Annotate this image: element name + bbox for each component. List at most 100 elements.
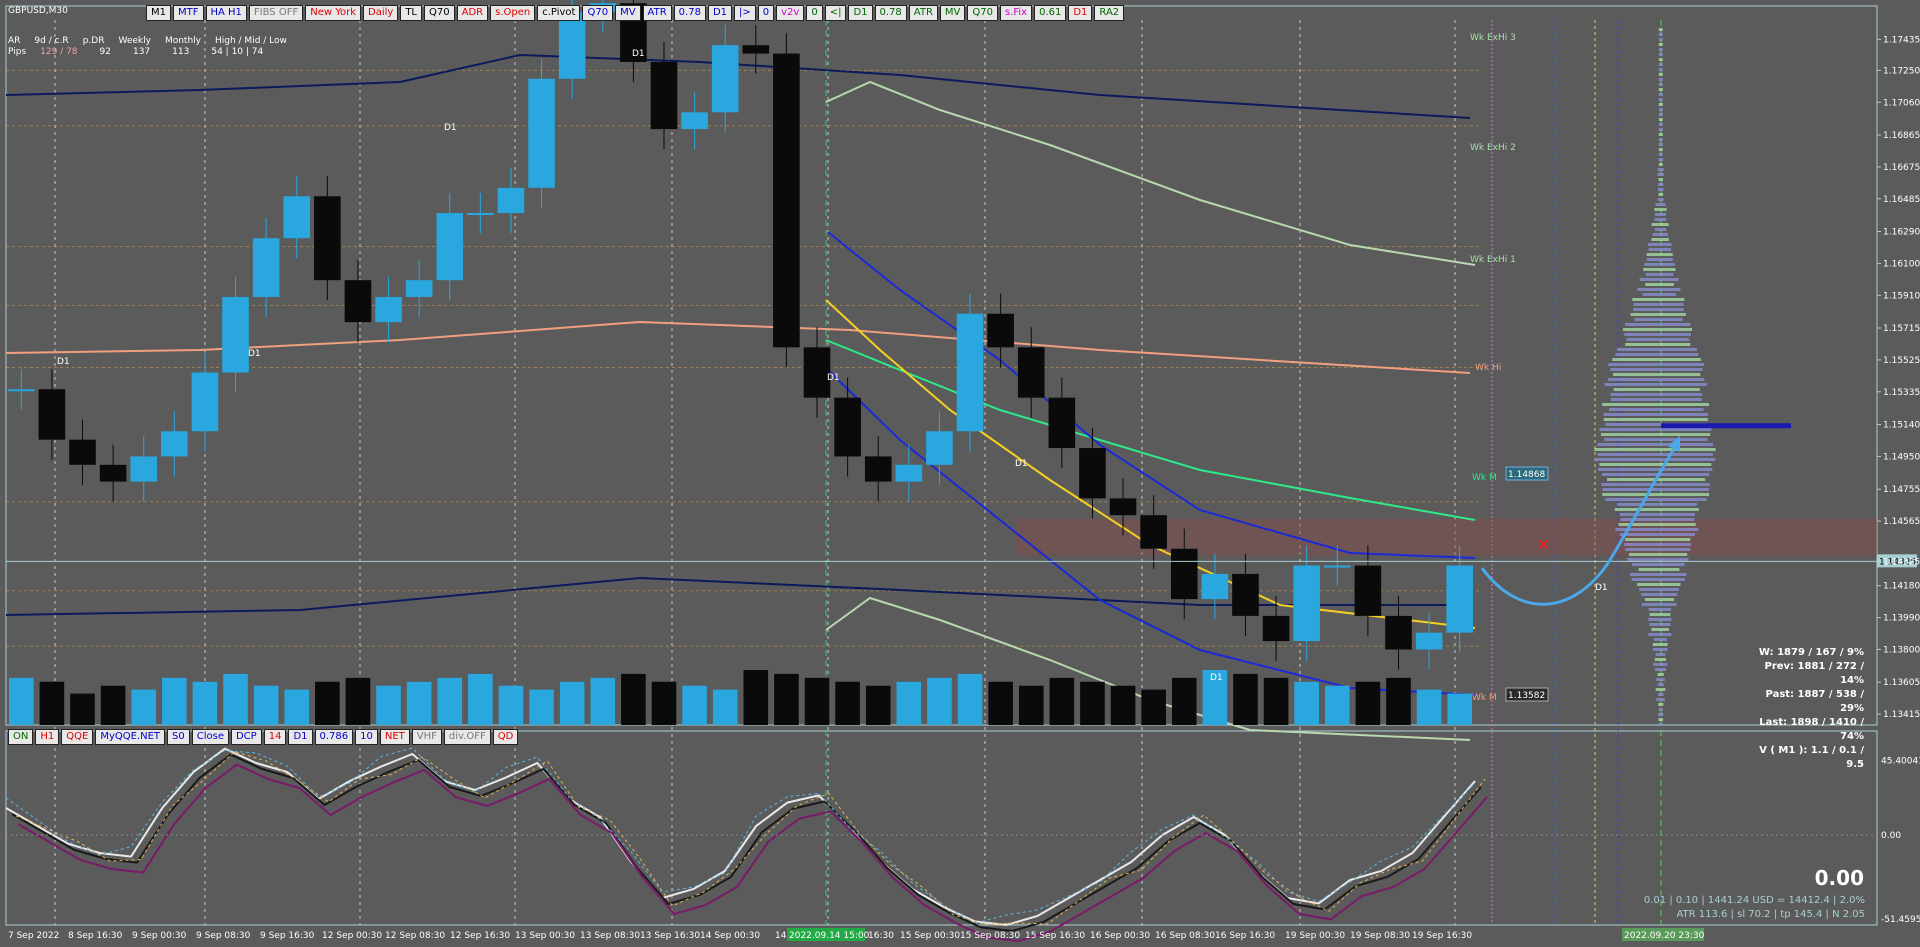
volume-bar [682, 686, 707, 725]
toolbar-bottom-button-14[interactable]: QD [493, 729, 519, 745]
toolbar-top-button-18[interactable]: v2v [776, 5, 804, 21]
toolbar-top-button-4[interactable]: New York [305, 5, 361, 21]
toolbar-top-button-22[interactable]: 0.78 [875, 5, 907, 21]
toolbar-top-button-1[interactable]: MTF [173, 5, 204, 21]
toolbar-top-button-21[interactable]: D1 [848, 5, 872, 21]
toolbar-top-button-26[interactable]: s.Fix [1000, 5, 1032, 21]
time-axis-label: 14 [775, 931, 787, 941]
toolbar-bottom-button-9[interactable]: 0.786 [315, 729, 354, 745]
toolbar-top-button-9[interactable]: s.Open [490, 5, 535, 21]
price-candle [1385, 616, 1412, 650]
volume-profile-bar [1658, 173, 1664, 176]
toolbar-top-button-13[interactable]: ATR [643, 5, 672, 21]
toolbar-bottom-button-0[interactable]: ON [8, 729, 33, 745]
volume-profile-bar [1645, 598, 1674, 601]
volume-profile-bar [1605, 498, 1706, 501]
toolbar-top-button-19[interactable]: 0 [806, 5, 822, 21]
toolbar-top-button-10[interactable]: c.Pivot [537, 5, 580, 21]
toolbar-bottom-button-3[interactable]: MyQQE.NET [95, 729, 165, 745]
toolbar-top-button-24[interactable]: MV [940, 5, 965, 21]
volume-profile-bar [1627, 338, 1690, 341]
volume-profile-bar [1624, 333, 1691, 336]
volume-profile-bar [1659, 88, 1663, 91]
volume-profile-bar [1631, 313, 1686, 316]
price-candle [467, 213, 494, 215]
volume-profile-bar [1594, 448, 1715, 451]
volume-bar [131, 690, 156, 725]
price-chart[interactable]: 1.14325 1.17435 1.17250 1.17060 1.16865 1.166… [0, 0, 1920, 944]
label-wk-hi: Wk Hi [1475, 363, 1501, 373]
price-candle [1355, 566, 1382, 616]
toolbar-top-button-14[interactable]: 0.78 [674, 5, 706, 21]
price-candle [1416, 633, 1443, 650]
toolbar-top-button-25[interactable]: Q70 [967, 5, 998, 21]
volume-bar [437, 678, 462, 725]
toolbar-top-button-17[interactable]: 0 [758, 5, 774, 21]
toolbar-top-button-7[interactable]: Q70 [424, 5, 455, 21]
toolbar-top-button-20[interactable]: <| [825, 5, 847, 21]
volume-profile-bar [1652, 223, 1669, 226]
volume-bar [1417, 690, 1442, 725]
toolbar-top-button-11[interactable]: Q70 [582, 5, 613, 21]
volume-bar [284, 690, 309, 725]
volume-profile-bar [1659, 78, 1663, 81]
label-wk-mid-value: 1.14868 [1508, 470, 1545, 480]
toolbar-bottom-button-10[interactable]: 10 [355, 729, 378, 745]
volume-bar [101, 686, 126, 725]
volume-profile-bar [1658, 693, 1664, 696]
toolbar-top-button-29[interactable]: RA2 [1094, 5, 1124, 21]
toolbar-top-button-5[interactable]: Daily [363, 5, 398, 21]
volume-profile-bar [1659, 83, 1663, 86]
toolbar-bottom-button-5[interactable]: Close [192, 729, 229, 745]
toolbar-bottom-button-7[interactable]: 14 [264, 729, 287, 745]
toolbar-top-button-8[interactable]: ADR [457, 5, 489, 21]
toolbar-top-button-15[interactable]: D1 [708, 5, 732, 21]
price-candle [222, 297, 249, 373]
toolbar-top-button-0[interactable]: M1 [146, 5, 171, 21]
volume-profile-bar [1632, 563, 1684, 566]
toolbar-top-button-27[interactable]: 0.61 [1034, 5, 1066, 21]
volume-profile-bar [1656, 678, 1665, 681]
price-axis-label: 1.16290 [1883, 228, 1920, 238]
oscillator-line-fast [6, 748, 1475, 923]
toolbar-top-button-6[interactable]: TL [400, 5, 422, 21]
chart-window[interactable]: 1.14325 1.17435 1.17250 1.17060 1.16865 1.166… [0, 0, 1920, 944]
stat-line-w: W: 1879 / 167 / 9% [1740, 646, 1864, 660]
toolbar-bottom-button-11[interactable]: NET [380, 729, 410, 745]
toolbar-bottom-button-1[interactable]: H1 [35, 729, 59, 745]
label-d1: D1 [1015, 459, 1028, 469]
toolbar-top-button-3[interactable]: FIBS OFF [249, 5, 303, 21]
volume-profile-bar [1659, 73, 1663, 76]
volume-profile-bar [1649, 608, 1672, 611]
volume-profile-bar [1602, 488, 1708, 491]
time-axis-label: 14 Sep 00:30 [700, 931, 760, 941]
volume-bar [1356, 682, 1381, 725]
toolbar-top-button-23[interactable]: ATR [909, 5, 938, 21]
label-wk-exhi3: Wk ExHi 3 [1470, 33, 1516, 43]
volume-profile-bar [1653, 663, 1667, 666]
toolbar-top-button-28[interactable]: D1 [1068, 5, 1092, 21]
toolbar-bottom-button-13[interactable]: div.OFF [444, 729, 491, 745]
oscillator-line-slow [18, 765, 1487, 941]
volume-profile-bar [1614, 388, 1700, 391]
adr-header-3: Weekly [118, 36, 150, 47]
time-axis-label: 16 Sep 00:30 [1090, 931, 1150, 941]
toolbar-bottom-button-2[interactable]: QQE [61, 729, 93, 745]
toolbar-top-button-12[interactable]: MV [615, 5, 640, 21]
toolbar-top-button-2[interactable]: HA H1 [206, 5, 247, 21]
channel-upper [828, 232, 1475, 558]
adr-value-row: Pips 129 / 78 92 137 113 54 | 10 | 74 [8, 47, 287, 58]
volume-profile-bar [1651, 628, 1668, 631]
toolbar-bottom-button-4[interactable]: S0 [167, 729, 190, 745]
volume-profile-bar [1659, 98, 1663, 101]
toolbar-top-button-16[interactable]: |> [734, 5, 756, 21]
toolbar-bottom-button-12[interactable]: VHF [412, 729, 442, 745]
volume-profile-bar [1655, 218, 1667, 221]
price-candle [528, 79, 555, 188]
volume-bar [1233, 674, 1258, 725]
volume-profile-bar [1602, 493, 1709, 496]
volume-profile-bar [1659, 138, 1663, 141]
volume-bar [1294, 682, 1319, 725]
toolbar-bottom-button-6[interactable]: DCP [231, 729, 262, 745]
toolbar-bottom-button-8[interactable]: D1 [288, 729, 312, 745]
